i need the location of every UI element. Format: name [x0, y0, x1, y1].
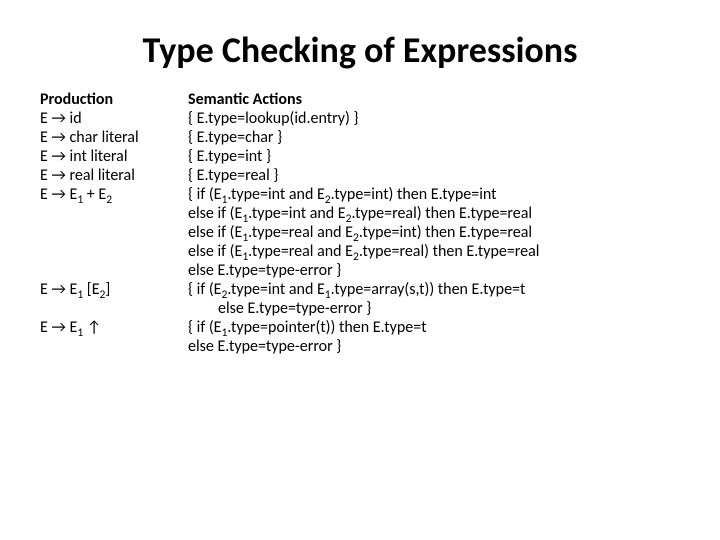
rule-char: E → char literal { E.type=char } [40, 128, 680, 147]
prod-real: E → real literal [40, 166, 188, 185]
prod-plus-b: + E [83, 185, 106, 204]
prod-deref: E → E1 ↑ [40, 318, 188, 337]
rule-id: E → id { E.type=lookup(id.entry) } [40, 109, 680, 128]
act-id: { E.type=lookup(id.entry) } [188, 109, 680, 128]
header-row: Production Semantic Actions [40, 90, 680, 109]
act-deref-l1: { if (E1.type=pointer(t)) then E.type=t [188, 318, 680, 337]
slide: Type Checking of Expressions Production … [0, 0, 720, 540]
rule-deref: E → E1 ↑ { if (E1.type=pointer(t)) then … [40, 318, 680, 356]
act-index-l2: else E.type=type-error } [188, 299, 680, 318]
header-production: Production [40, 90, 188, 109]
rule-plus: E → E1 + E2 { if (E1.type=int and E2.typ… [40, 185, 680, 280]
act-plus: { if (E1.type=int and E2.type=int) then … [188, 185, 680, 280]
act-index-l1: { if (E2.type=int and E1.type=array(s,t)… [188, 280, 680, 299]
act-plus-l2: else if (E1.type=int and E2.type=real) t… [188, 204, 680, 223]
act-deref-l2: else E.type=type-error } [188, 337, 680, 356]
act-real: { E.type=real } [188, 166, 680, 185]
act-plus-l3: else if (E1.type=real and E2.type=int) t… [188, 223, 680, 242]
prod-id: E → id [40, 109, 188, 128]
act-deref: { if (E1.type=pointer(t)) then E.type=t … [188, 318, 680, 356]
content-table: Production Semantic Actions E → id { E.t… [40, 90, 680, 356]
header-actions: Semantic Actions [188, 90, 680, 109]
prod-plus: E → E1 + E2 [40, 185, 188, 204]
act-plus-l1: { if (E1.type=int and E2.type=int) then … [188, 185, 680, 204]
prod-char: E → char literal [40, 128, 188, 147]
act-index: { if (E2.type=int and E1.type=array(s,t)… [188, 280, 680, 318]
prod-index: E → E1 [E2] [40, 280, 188, 299]
act-plus-l4: else if (E1.type=real and E2.type=real) … [188, 242, 680, 261]
prod-plus-s2: 2 [106, 193, 112, 207]
rule-int: E → int literal { E.type=int } [40, 147, 680, 166]
act-int: { E.type=int } [188, 147, 680, 166]
prod-int: E → int literal [40, 147, 188, 166]
rule-index: E → E1 [E2] { if (E2.type=int and E1.typ… [40, 280, 680, 318]
rule-real: E → real literal { E.type=real } [40, 166, 680, 185]
prod-plus-a: E → E [40, 185, 77, 204]
act-plus-l5: else E.type=type-error } [188, 261, 680, 280]
slide-title: Type Checking of Expressions [40, 28, 680, 72]
act-char: { E.type=char } [188, 128, 680, 147]
